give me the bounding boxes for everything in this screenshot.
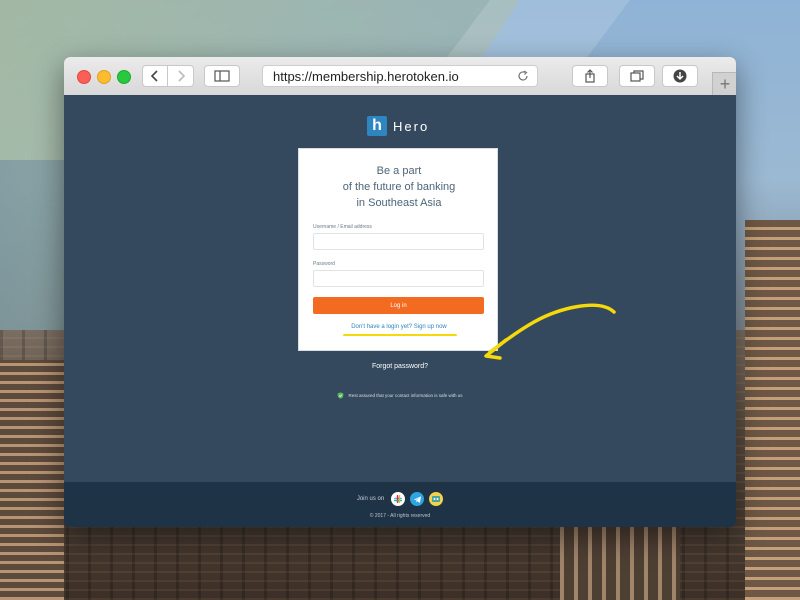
join-us-label: Join us on <box>356 496 385 502</box>
highlight-underline <box>343 334 457 336</box>
privacy-text: Rest assured that your contact informati… <box>348 393 463 398</box>
forward-button[interactable] <box>168 65 194 87</box>
shield-check-icon <box>338 392 344 399</box>
headline-line-1: Be a part <box>376 165 422 177</box>
sidebar-toggle-button[interactable] <box>204 65 240 87</box>
sidebar-icon <box>214 70 230 82</box>
share-button[interactable] <box>572 65 608 87</box>
group-chat-icon[interactable] <box>429 492 444 506</box>
annotation-arrow-icon <box>484 303 616 360</box>
username-label: Username / Email address <box>313 224 372 230</box>
minimize-window-button[interactable] <box>97 70 111 84</box>
tabs-icon <box>630 70 644 82</box>
new-tab-button[interactable]: + <box>712 72 736 96</box>
password-input[interactable] <box>313 270 484 287</box>
headline: Be a part of the future of banking in So… <box>299 163 499 211</box>
slack-icon[interactable] <box>391 492 406 506</box>
forgot-password-link[interactable]: Forgot password? <box>64 363 736 370</box>
privacy-note: Rest assured that your contact informati… <box>64 392 736 399</box>
login-button[interactable]: Log in <box>313 297 484 314</box>
telegram-icon[interactable] <box>410 492 425 506</box>
address-bar[interactable]: https://membership.herotoken.io <box>262 65 538 87</box>
browser-toolbar: https://membership.herotoken.io + <box>64 57 736 96</box>
social-links: Join us on <box>64 492 736 506</box>
hero-logo[interactable]: h Hero <box>367 115 429 137</box>
close-window-button[interactable] <box>77 70 91 84</box>
chevron-left-icon <box>150 70 158 82</box>
headline-line-3: in Southeast Asia <box>356 197 442 209</box>
back-button[interactable] <box>142 65 168 87</box>
username-input[interactable] <box>313 233 484 250</box>
chevron-right-icon <box>177 70 185 82</box>
web-page: h Hero Be a part of the future of bankin… <box>64 95 736 527</box>
downloads-button[interactable] <box>662 65 698 87</box>
logo-mark: h <box>367 116 387 136</box>
password-label: Password <box>313 261 335 267</box>
copyright-text: © 2017 - All rights reserved <box>369 513 431 519</box>
share-icon <box>585 69 595 83</box>
headline-line-2: of the future of banking <box>342 181 456 193</box>
url-text: https://membership.herotoken.io <box>273 69 459 84</box>
show-tabs-button[interactable] <box>619 65 655 87</box>
reload-icon[interactable] <box>517 70 529 82</box>
zoom-window-button[interactable] <box>117 70 131 84</box>
page-footer: Join us on © 2017 - All rights reserved <box>64 482 736 527</box>
logo-wordmark: Hero <box>393 118 430 134</box>
plus-icon: + <box>719 74 731 94</box>
browser-window: https://membership.herotoken.io + h Hero… <box>64 57 736 527</box>
download-icon <box>673 69 687 83</box>
